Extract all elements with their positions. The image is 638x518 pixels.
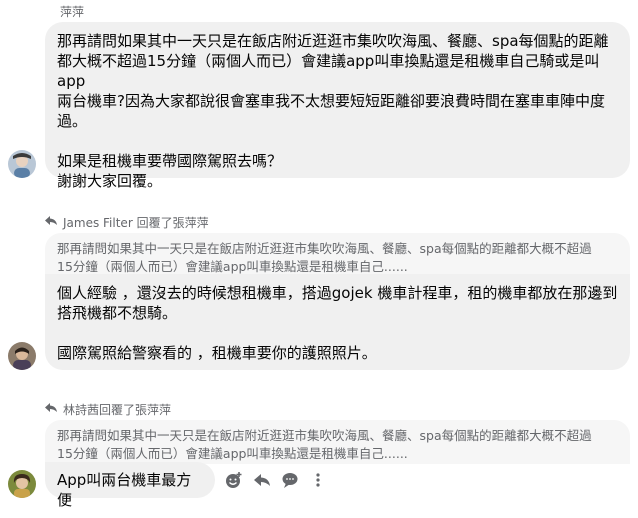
quoted-message[interactable]: 那再請問如果其中一天只是在飯店附近逛逛市集吹吹海風、餐廳、spa每個點的距離都大… — [45, 233, 630, 277]
quoted-text: 那再請問如果其中一天只是在飯店附近逛逛市集吹吹海風、餐廳、spa每個點的距離都大… — [57, 428, 592, 461]
quoted-message[interactable]: 那再請問如果其中一天只是在飯店附近逛逛市集吹吹海風、餐廳、spa每個點的距離都大… — [45, 420, 630, 464]
message-text: 個人經驗 ，還沒去的時候想租機車，搭過gojek 機車計程車，租的機車都放在那邊… — [57, 284, 618, 362]
message-text: App叫兩台機車最方便 — [57, 471, 192, 509]
reply-header-text: James Filter 回覆了張萍萍 — [63, 216, 209, 230]
message-bubble: 那再請問如果其中一天只是在飯店附近逛逛市集吹吹海風、餐廳、spa每個點的距離 都… — [45, 22, 630, 190]
message-text: 那再請問如果其中一天只是在飯店附近逛逛市集吹吹海風、餐廳、spa每個點的距離 都… — [57, 32, 609, 190]
avatar[interactable] — [8, 470, 36, 498]
reply-header: 林詩茜回覆了張萍萍 — [44, 401, 171, 418]
more-vertical-icon[interactable] — [308, 470, 328, 490]
reply-arrow-icon — [44, 402, 58, 417]
smiley-plus-icon[interactable] — [224, 470, 244, 490]
message-bubble: App叫兩台機車最方便 — [45, 462, 215, 509]
avatar[interactable] — [8, 342, 36, 370]
sender-name: 萍萍 — [60, 5, 85, 19]
reply-icon[interactable] — [252, 470, 272, 490]
reply-header-text: 林詩茜回覆了張萍萍 — [63, 403, 172, 417]
quoted-text: 那再請問如果其中一天只是在飯店附近逛逛市集吹吹海風、餐廳、spa每個點的距離都大… — [57, 241, 592, 274]
reply-arrow-icon — [44, 215, 58, 230]
message-bubble: 個人經驗 ，還沒去的時候想租機車，搭過gojek 機車計程車，租的機車都放在那邊… — [45, 274, 630, 370]
reply-header: James Filter 回覆了張萍萍 — [44, 214, 209, 231]
avatar[interactable] — [8, 150, 36, 178]
chat-bubble-icon[interactable] — [280, 470, 300, 490]
message-actions — [224, 470, 328, 490]
